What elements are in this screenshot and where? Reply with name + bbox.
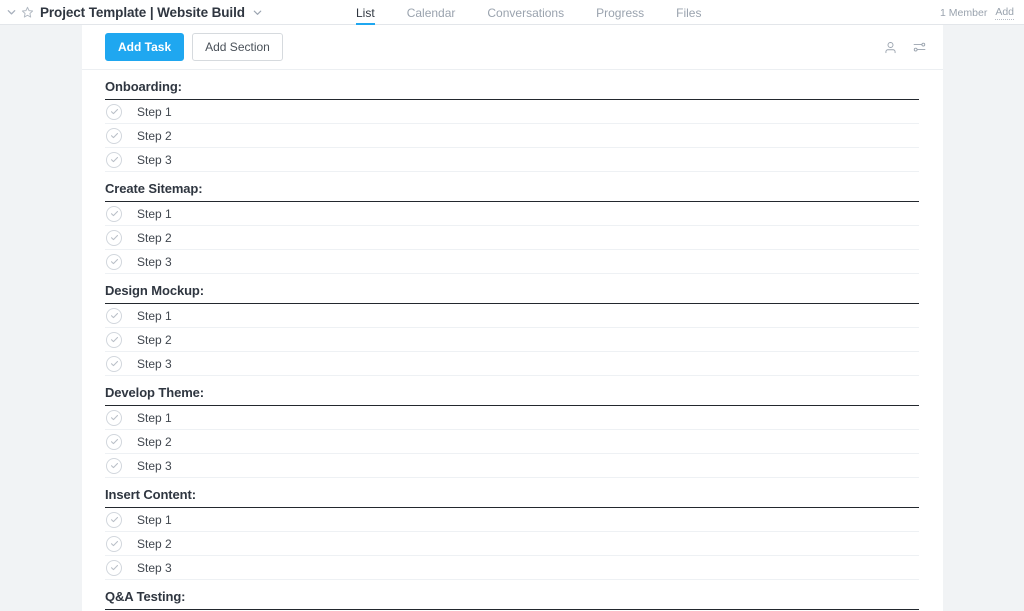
task-row[interactable]: Step 2 xyxy=(105,124,919,148)
task-title: Step 2 xyxy=(137,231,172,245)
add-task-button[interactable]: Add Task xyxy=(105,33,184,61)
task-row[interactable]: Step 2 xyxy=(105,328,919,352)
task-check-circle-icon[interactable] xyxy=(106,230,122,246)
tab-progress[interactable]: Progress xyxy=(596,0,644,25)
task-check-circle-icon[interactable] xyxy=(106,152,122,168)
task-check-circle-icon[interactable] xyxy=(106,308,122,324)
section-header: Design Mockup: xyxy=(105,274,919,304)
task-row[interactable]: Step 1 xyxy=(105,202,919,226)
task-row[interactable]: Step 2 xyxy=(105,532,919,556)
task-check-circle-icon[interactable] xyxy=(106,458,122,474)
task-check-circle-icon[interactable] xyxy=(106,560,122,576)
tab-list[interactable]: List xyxy=(356,0,375,25)
header-members-group: 1 Member Add xyxy=(940,0,1014,25)
task-row[interactable]: Step 2 xyxy=(105,430,919,454)
task-title: Step 1 xyxy=(137,513,172,527)
task-row[interactable]: Step 3 xyxy=(105,352,919,376)
task-row[interactable]: Step 3 xyxy=(105,556,919,580)
add-section-button[interactable]: Add Section xyxy=(192,33,283,61)
tab-list-label: List xyxy=(356,6,375,20)
tab-conversations[interactable]: Conversations xyxy=(487,0,564,25)
task-title: Step 2 xyxy=(137,435,172,449)
sidebar-collapse-icon[interactable] xyxy=(4,5,18,19)
tab-calendar[interactable]: Calendar xyxy=(407,0,456,25)
star-icon[interactable] xyxy=(19,4,35,20)
task-check-circle-icon[interactable] xyxy=(106,206,122,222)
task-row[interactable]: Step 1 xyxy=(105,100,919,124)
task-title: Step 3 xyxy=(137,255,172,269)
task-title: Step 3 xyxy=(137,357,172,371)
member-count: 1 Member xyxy=(940,7,987,19)
main-nav-tabs: List Calendar Conversations Progress Fil… xyxy=(356,0,701,25)
section-header: Onboarding: xyxy=(105,70,919,100)
task-title: Step 2 xyxy=(137,333,172,347)
task-list: Onboarding: Step 1 Step 2 Step 3 Create Site… xyxy=(82,70,943,611)
task-check-circle-icon[interactable] xyxy=(106,356,122,372)
task-row[interactable]: Step 3 xyxy=(105,250,919,274)
add-member-button[interactable]: Add xyxy=(995,6,1014,20)
task-title: Step 1 xyxy=(137,207,172,221)
app-background: Add Task Add Section Onboarding: Step 1 St… xyxy=(0,25,1024,611)
app-header: Project Template | Website Build List Ca… xyxy=(0,0,1024,25)
title-dropdown-chevron-down-icon[interactable] xyxy=(250,5,266,19)
task-check-circle-icon[interactable] xyxy=(106,254,122,270)
task-check-circle-icon[interactable] xyxy=(106,104,122,120)
task-row[interactable]: Step 3 xyxy=(105,148,919,172)
tab-files[interactable]: Files xyxy=(676,0,701,25)
task-title: Step 3 xyxy=(137,153,172,167)
section-header: Develop Theme: xyxy=(105,376,919,406)
task-check-circle-icon[interactable] xyxy=(106,536,122,552)
task-check-circle-icon[interactable] xyxy=(106,410,122,426)
section-header: Insert Content: xyxy=(105,478,919,508)
task-title: Step 3 xyxy=(137,459,172,473)
task-title: Step 3 xyxy=(137,561,172,575)
task-title: Step 2 xyxy=(137,537,172,551)
task-title: Step 1 xyxy=(137,309,172,323)
section-header: Create Sitemap: xyxy=(105,172,919,202)
task-check-circle-icon[interactable] xyxy=(106,512,122,528)
tab-calendar-label: Calendar xyxy=(407,6,456,20)
task-check-circle-icon[interactable] xyxy=(106,332,122,348)
task-title: Step 1 xyxy=(137,105,172,119)
task-row[interactable]: Step 1 xyxy=(105,304,919,328)
person-icon[interactable] xyxy=(879,36,901,58)
tab-files-label: Files xyxy=(676,6,701,20)
task-title: Step 1 xyxy=(137,411,172,425)
section-header: Q&A Testing: xyxy=(105,580,919,610)
task-check-circle-icon[interactable] xyxy=(106,128,122,144)
list-toolbar: Add Task Add Section xyxy=(82,25,943,70)
sliders-icon[interactable] xyxy=(908,36,930,58)
header-title-group: Project Template | Website Build xyxy=(0,4,266,20)
tab-conversations-label: Conversations xyxy=(487,6,564,20)
task-row[interactable]: Step 3 xyxy=(105,454,919,478)
tab-progress-label: Progress xyxy=(596,6,644,20)
page-title: Project Template | Website Build xyxy=(40,5,245,20)
task-title: Step 2 xyxy=(137,129,172,143)
task-row[interactable]: Step 1 xyxy=(105,406,919,430)
task-row[interactable]: Step 2 xyxy=(105,226,919,250)
task-check-circle-icon[interactable] xyxy=(106,434,122,450)
content-panel: Add Task Add Section Onboarding: Step 1 St… xyxy=(82,25,943,611)
task-row[interactable]: Step 1 xyxy=(105,508,919,532)
